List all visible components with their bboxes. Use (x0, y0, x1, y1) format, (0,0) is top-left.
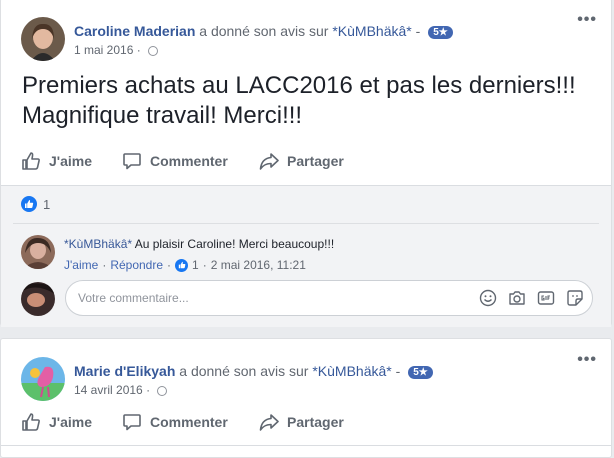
page-name-link[interactable]: *KùMBhäkâ* (332, 23, 411, 39)
post-date-link[interactable]: 14 avril 2016 (74, 383, 143, 397)
commenter-name-link[interactable]: *KùMBhäkâ* (64, 237, 132, 251)
post-actions: J'aime Commenter Partager (21, 151, 601, 175)
author-avatar[interactable] (21, 17, 65, 61)
comment-item: *KùMBhäkâ* Au plaisir Caroline! Merci be… (21, 233, 601, 277)
reactions-summary[interactable]: 1 (21, 196, 50, 212)
composer-icons (479, 289, 584, 307)
like-button[interactable]: J'aime (21, 151, 92, 171)
comment-like-count[interactable]: 1 (192, 258, 199, 272)
comment-text: Au plaisir Caroline! Merci beaucoup!!! (134, 237, 335, 251)
more-options-icon[interactable]: ••• (577, 351, 597, 369)
thumbs-up-icon (22, 152, 40, 170)
like-label: J'aime (49, 414, 93, 430)
like-button[interactable]: J'aime (21, 412, 92, 432)
rating-badge: 5★ (428, 26, 453, 39)
share-button[interactable]: Partager (259, 151, 344, 171)
comment-composer: Votre commentaire... (21, 280, 601, 320)
comment-meta: J'aime · Répondre · 1 · 2 mai 2016, 11:2… (64, 258, 306, 272)
comment-input[interactable]: Votre commentaire... (65, 280, 593, 316)
post-header: Marie d'Elikyah a donné son avis sur *Kù… (21, 357, 601, 405)
comment-button[interactable]: Commenter (122, 151, 228, 171)
current-user-avatar (21, 282, 55, 316)
comment-timestamp[interactable]: 2 mai 2016, 11:21 (211, 258, 306, 272)
emoji-icon[interactable] (479, 289, 497, 307)
post-header: Caroline Maderian a donné son avis sur *… (21, 17, 601, 65)
actions-divider (1, 445, 611, 446)
review-post-card: Caroline Maderian a donné son avis sur *… (0, 0, 612, 327)
post-header-title: Caroline Maderian a donné son avis sur *… (74, 23, 453, 39)
share-label: Partager (287, 414, 344, 430)
camera-icon[interactable] (508, 289, 526, 307)
comment-like-icon (175, 258, 189, 272)
post-date-link[interactable]: 1 mai 2016 (74, 43, 133, 57)
sticker-icon[interactable] (566, 289, 584, 307)
reaction-count: 1 (43, 196, 51, 212)
post-header-title: Marie d'Elikyah a donné son avis sur *Kù… (74, 363, 433, 379)
comment-label: Commenter (150, 414, 228, 430)
post-actions: J'aime Commenter Partager (21, 412, 601, 436)
author-name-link[interactable]: Caroline Maderian (74, 23, 195, 39)
comment-icon (123, 414, 141, 431)
comment-like-link[interactable]: J'aime (64, 258, 98, 272)
like-reaction-icon (21, 196, 37, 212)
share-icon (259, 414, 279, 431)
author-avatar[interactable] (21, 357, 65, 401)
page-name-link[interactable]: *KùMBhäkâ* (312, 363, 391, 379)
meta-dot: · (136, 43, 141, 57)
author-name-link[interactable]: Marie d'Elikyah (74, 363, 175, 379)
share-button[interactable]: Partager (259, 412, 344, 432)
review-post-card: Marie d'Elikyah a donné son avis sur *Kù… (0, 338, 612, 458)
comment-label: Commenter (150, 153, 228, 169)
share-label: Partager (287, 153, 344, 169)
comment-reply-link[interactable]: Répondre (110, 258, 163, 272)
meta-dot: · (167, 258, 172, 272)
review-verb: a donné son avis sur (179, 363, 309, 379)
commenter-avatar[interactable] (21, 235, 55, 269)
review-verb: a donné son avis sur (199, 23, 329, 39)
like-label: J'aime (49, 153, 93, 169)
meta-dot: · (102, 258, 107, 272)
comment-input-placeholder: Votre commentaire... (78, 291, 189, 305)
post-meta: 1 mai 2016 · (74, 43, 159, 57)
post-text: Premiers achats au LACC2016 et pas les d… (22, 72, 576, 129)
meta-dot: · (202, 258, 207, 272)
public-globe-icon (148, 46, 159, 56)
title-separator: - (415, 23, 421, 39)
public-globe-icon (157, 386, 168, 396)
comment-button[interactable]: Commenter (122, 412, 228, 432)
thumbs-up-icon (22, 413, 40, 431)
share-icon (259, 153, 279, 170)
rating-badge: 5★ (408, 366, 433, 379)
gif-icon[interactable] (537, 289, 555, 307)
comments-divider (13, 223, 599, 224)
comment-body: *KùMBhäkâ* Au plaisir Caroline! Merci be… (64, 237, 334, 251)
comment-icon (123, 153, 141, 170)
more-options-icon[interactable]: ••• (577, 11, 597, 29)
meta-dot: · (146, 383, 151, 397)
post-meta: 14 avril 2016 · (74, 383, 168, 397)
title-separator: - (395, 363, 401, 379)
